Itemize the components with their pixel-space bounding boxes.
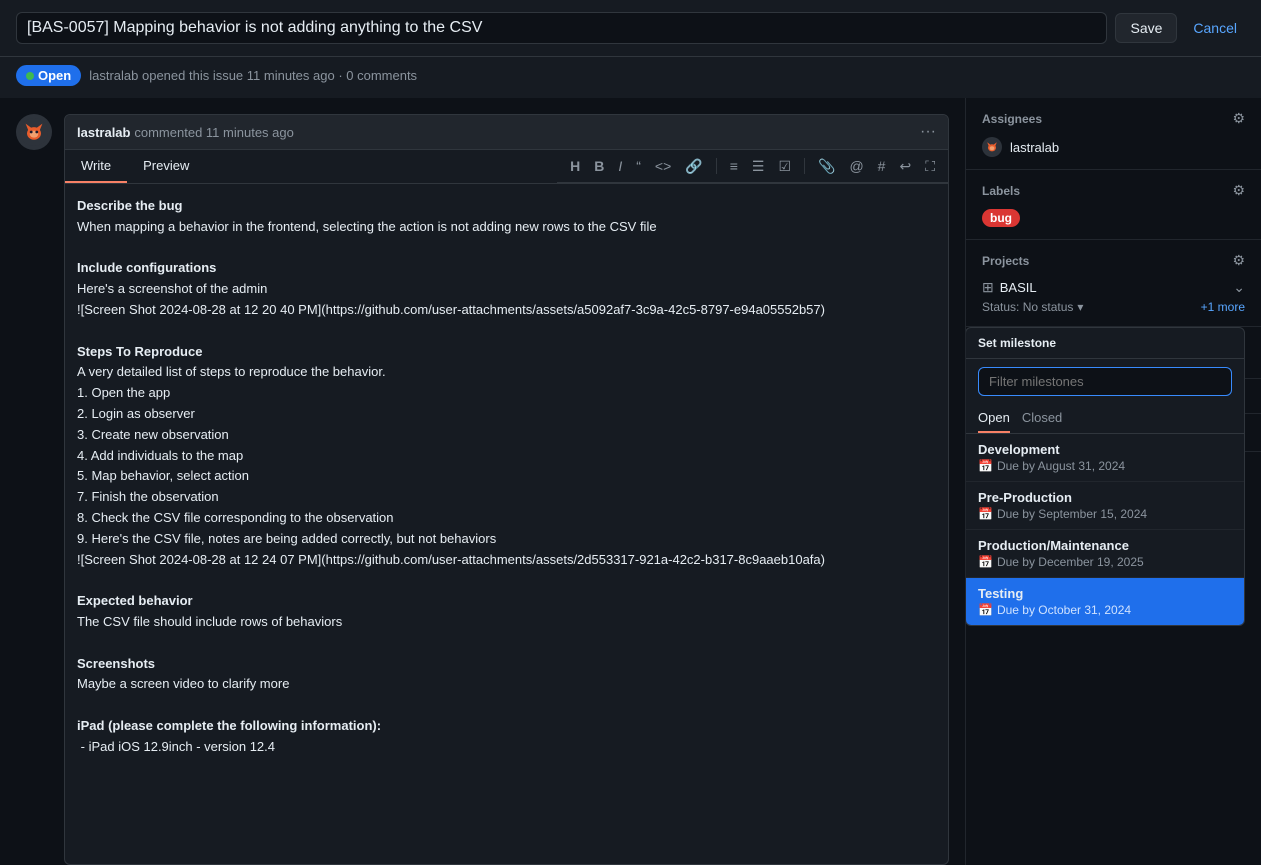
- toolbar-unordered-list-btn[interactable]: ☰: [747, 156, 770, 176]
- projects-section: Projects ⚙ ⊞ BASIL ⌄ Status: No status ▾…: [966, 240, 1261, 327]
- comment-author: lastralab: [77, 125, 130, 140]
- milestone-name-testing: Testing: [978, 586, 1232, 601]
- comment-block: lastralab commented 11 minutes ago ··· W…: [16, 114, 949, 865]
- label-badge-bug[interactable]: bug: [982, 209, 1020, 227]
- project-status-text: Status: No status: [982, 300, 1073, 314]
- labels-gear-icon[interactable]: ⚙: [1232, 182, 1245, 199]
- assignee-avatar: [982, 137, 1002, 157]
- tab-preview[interactable]: Preview: [127, 150, 205, 183]
- labels-title: Labels: [982, 184, 1020, 198]
- milestone-item-development[interactable]: Development 📅 Due by August 31, 2024: [966, 434, 1244, 482]
- labels-section: Labels ⚙ bug: [966, 170, 1261, 240]
- tab-write[interactable]: Write: [65, 150, 127, 183]
- open-dot: [26, 72, 34, 80]
- toolbar-quote-btn[interactable]: “: [631, 156, 646, 176]
- avatar: [16, 114, 52, 150]
- editor-body[interactable]: Describe the bug When mapping a behavior…: [65, 184, 948, 770]
- milestone-due-text-development: Due by August 31, 2024: [997, 459, 1125, 473]
- comment-options-button[interactable]: ···: [920, 123, 936, 141]
- projects-title: Projects: [982, 254, 1029, 268]
- project-name: BASIL: [1000, 280, 1037, 295]
- toolbar-bold-btn[interactable]: B: [589, 156, 609, 176]
- assignees-header: Assignees ⚙: [982, 110, 1245, 127]
- toolbar-undo-btn[interactable]: ↩: [894, 156, 916, 176]
- toolbar-fullscreen-btn[interactable]: ⛶: [920, 156, 940, 176]
- milestone-tab-open[interactable]: Open: [978, 404, 1010, 433]
- milestone-item-production[interactable]: Production/Maintenance 📅 Due by December…: [966, 530, 1244, 578]
- calendar-icon-pre-production: 📅: [978, 507, 993, 521]
- assignees-title: Assignees: [982, 112, 1042, 126]
- milestone-dropdown-header: Set milestone: [966, 328, 1244, 359]
- toolbar-heading-btn[interactable]: H: [565, 156, 585, 176]
- cancel-button[interactable]: Cancel: [1185, 14, 1245, 42]
- toolbar-ref-btn[interactable]: #: [873, 156, 891, 176]
- toolbar-mention-btn[interactable]: @: [844, 156, 868, 176]
- milestone-due-development: 📅 Due by August 31, 2024: [978, 459, 1232, 473]
- milestone-due-pre-production: 📅 Due by September 15, 2024: [978, 507, 1232, 521]
- milestone-dropdown: Set milestone Open Closed Development 📅 …: [965, 327, 1245, 626]
- calendar-icon-development: 📅: [978, 459, 993, 473]
- milestone-list: Development 📅 Due by August 31, 2024 Pre…: [966, 434, 1244, 625]
- project-expand-icon[interactable]: ⌄: [1233, 279, 1245, 296]
- assignees-section: Assignees ⚙ lastralab: [966, 98, 1261, 170]
- toolbar-attach-btn[interactable]: 📎: [813, 156, 840, 176]
- milestone-item-pre-production[interactable]: Pre-Production 📅 Due by September 15, 20…: [966, 482, 1244, 530]
- milestone-section: Milestone ⚙ Set milestone Open Closed De…: [966, 327, 1261, 379]
- right-column: Assignees ⚙ lastralab Label: [965, 98, 1261, 865]
- project-table-icon: ⊞: [982, 279, 994, 296]
- milestone-item-testing[interactable]: Testing 📅 Due by October 31, 2024: [966, 578, 1244, 625]
- milestone-due-text-pre-production: Due by September 15, 2024: [997, 507, 1147, 521]
- comment-container: lastralab commented 11 minutes ago ··· W…: [64, 114, 949, 865]
- assignee-item: lastralab: [982, 137, 1245, 157]
- toolbar-ordered-list-btn[interactable]: ≡: [725, 156, 743, 176]
- milestone-due-text-production: Due by December 19, 2025: [997, 555, 1144, 569]
- milestone-tabs: Open Closed: [966, 404, 1244, 434]
- left-column: lastralab commented 11 minutes ago ··· W…: [0, 98, 965, 865]
- toolbar-italic-btn[interactable]: I: [613, 156, 627, 176]
- toolbar-sep1: [716, 158, 717, 174]
- comment-header: lastralab commented 11 minutes ago ···: [65, 115, 948, 150]
- milestone-name-pre-production: Pre-Production: [978, 490, 1232, 505]
- project-more-text[interactable]: +1 more: [1201, 300, 1245, 314]
- milestone-name-production: Production/Maintenance: [978, 538, 1232, 553]
- toolbar-link-btn[interactable]: 🔗: [680, 156, 707, 176]
- milestone-filter-input[interactable]: [978, 367, 1232, 396]
- milestone-name-development: Development: [978, 442, 1232, 457]
- open-badge: Open: [16, 65, 81, 86]
- labels-header: Labels ⚙: [982, 182, 1245, 199]
- milestone-due-production: 📅 Due by December 19, 2025: [978, 555, 1232, 569]
- milestone-tab-closed[interactable]: Closed: [1022, 404, 1062, 433]
- header: Save Cancel: [0, 0, 1261, 57]
- calendar-icon-production: 📅: [978, 555, 993, 569]
- editor-toolbar: H B I “ <> 🔗 ≡ ☰ ☑ 📎 @ # ↩: [557, 150, 948, 183]
- toolbar-sep2: [804, 158, 805, 174]
- project-status: Status: No status ▾ +1 more: [982, 300, 1245, 314]
- open-badge-label: Open: [38, 68, 71, 83]
- calendar-icon-testing: 📅: [978, 603, 993, 617]
- comment-author-line: lastralab commented 11 minutes ago: [77, 124, 294, 140]
- project-item: ⊞ BASIL ⌄: [982, 279, 1245, 296]
- comment-action: commented 11 minutes ago: [134, 125, 293, 140]
- toolbar-code-btn[interactable]: <>: [650, 156, 676, 176]
- toolbar-task-list-btn[interactable]: ☑: [773, 156, 796, 176]
- comment-time: 11 minutes ago: [206, 125, 294, 140]
- milestone-due-text-testing: Due by October 31, 2024: [997, 603, 1131, 617]
- issue-title-input[interactable]: [16, 12, 1107, 44]
- issue-meta: lastralab opened this issue 11 minutes a…: [89, 68, 417, 83]
- assignee-name: lastralab: [1010, 140, 1059, 155]
- assignees-gear-icon[interactable]: ⚙: [1232, 110, 1245, 127]
- editor-tabs: Write Preview H B I “ <> 🔗 ≡ ☰ ☑: [65, 150, 948, 184]
- project-left: ⊞ BASIL: [982, 279, 1037, 296]
- save-button[interactable]: Save: [1115, 13, 1177, 43]
- milestone-due-testing: 📅 Due by October 31, 2024: [978, 603, 1232, 617]
- subheader: Open lastralab opened this issue 11 minu…: [0, 57, 1261, 98]
- main-layout: lastralab commented 11 minutes ago ··· W…: [0, 98, 1261, 865]
- projects-gear-icon[interactable]: ⚙: [1232, 252, 1245, 269]
- projects-header: Projects ⚙: [982, 252, 1245, 269]
